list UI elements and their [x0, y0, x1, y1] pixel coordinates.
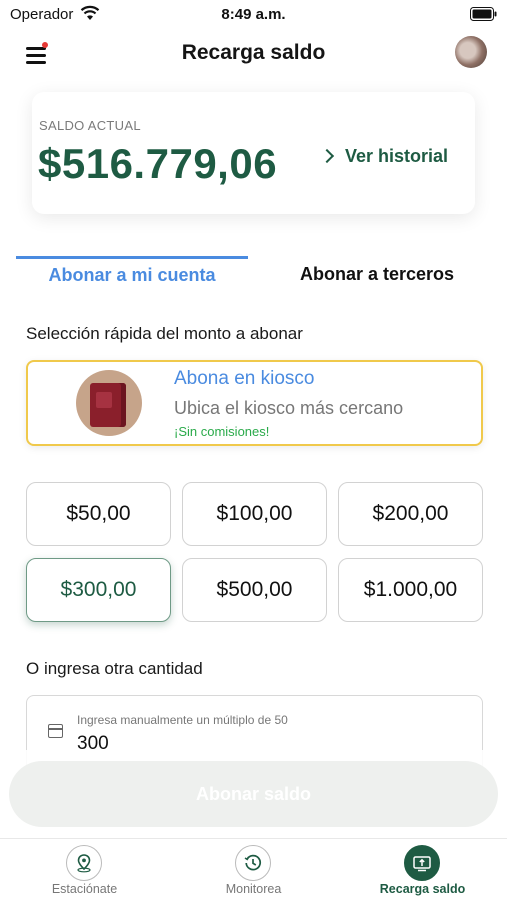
- balance-amount: $516.779,06: [38, 140, 278, 187]
- chevron-right-icon: [319, 148, 335, 164]
- battery-icon: [470, 7, 497, 21]
- nav-label-park: Estaciónate: [51, 882, 118, 896]
- tab-bar: Abonar a mi cuenta Abonar a terceros: [0, 256, 507, 296]
- amount-button-50[interactable]: $50,00: [26, 482, 171, 546]
- tab-my-account[interactable]: Abonar a mi cuenta: [16, 256, 248, 296]
- top-bar: Recarga saldo: [0, 30, 507, 82]
- nav-item-park[interactable]: Estaciónate: [0, 839, 169, 900]
- amount-button-200[interactable]: $200,00: [338, 482, 483, 546]
- submit-recharge-button[interactable]: Abonar saldo: [9, 761, 498, 827]
- kiosk-note: ¡Sin comisiones!: [174, 424, 270, 439]
- other-amount-label: O ingresa otra cantidad: [26, 659, 203, 678]
- kiosk-title: Abona en kiosco: [174, 368, 315, 389]
- quick-select-label: Selección rápida del monto a abonar: [26, 324, 303, 343]
- clock-history-icon: [235, 845, 271, 881]
- location-pin-icon: [66, 845, 102, 881]
- nav-label-monitor: Monitorea: [225, 882, 282, 896]
- amount-button-300[interactable]: $300,00: [26, 558, 171, 622]
- bottom-navigation: Estaciónate Monitorea Recarga saldo: [0, 838, 507, 900]
- nav-label-recharge: Recarga saldo: [379, 882, 466, 896]
- balance-label: SALDO ACTUAL: [39, 118, 141, 133]
- tab-third-parties[interactable]: Abonar a terceros: [262, 256, 492, 296]
- kiosk-card[interactable]: Abona en kiosco Ubica el kiosco más cerc…: [26, 360, 483, 446]
- kiosk-icon: [76, 370, 142, 436]
- recharge-icon: [404, 845, 440, 881]
- manual-amount-label: Ingresa manualmente un múltiplo de 50: [77, 713, 288, 727]
- wallet-icon: [48, 724, 63, 738]
- status-bar: Operador 8:49 a.m.: [0, 0, 507, 30]
- kiosk-subtitle: Ubica el kiosco más cercano: [174, 398, 404, 418]
- nav-item-recharge[interactable]: Recarga saldo: [338, 839, 507, 900]
- view-history-label: Ver historial: [345, 145, 449, 166]
- clock: 8:49 a.m.: [221, 6, 286, 23]
- amount-button-500[interactable]: $500,00: [182, 558, 327, 622]
- balance-card: SALDO ACTUAL $516.779,06 Ver historial: [32, 92, 475, 214]
- view-history-link[interactable]: Ver historial: [319, 144, 449, 168]
- amount-button-100[interactable]: $100,00: [182, 482, 327, 546]
- nav-item-monitor[interactable]: Monitorea: [169, 839, 338, 900]
- page-title: Recarga saldo: [181, 41, 326, 64]
- amount-button-1000[interactable]: $1.000,00: [338, 558, 483, 622]
- avatar[interactable]: [455, 36, 487, 68]
